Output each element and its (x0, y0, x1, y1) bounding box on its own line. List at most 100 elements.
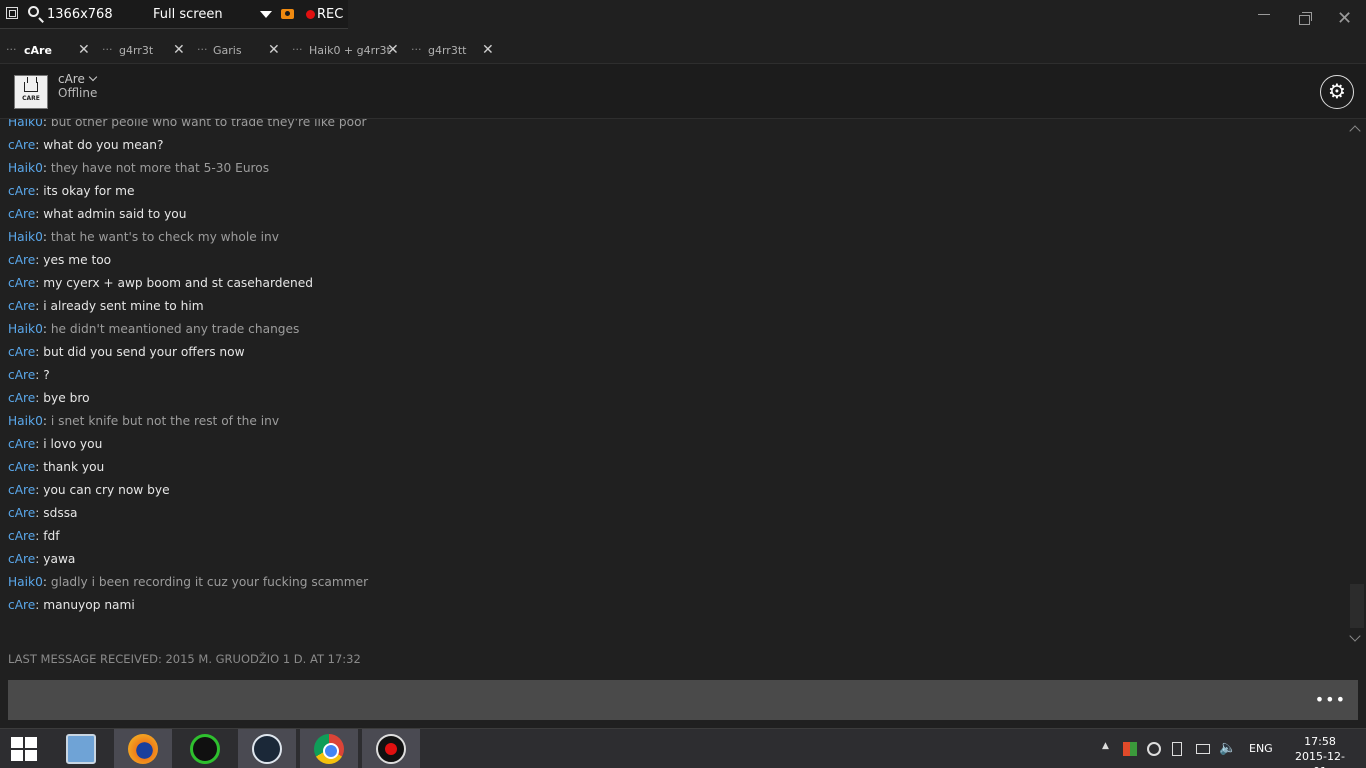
tab-g4rr3tt[interactable]: ··· g4rr3tt ✕ (411, 40, 497, 63)
message-separator: : (42, 161, 51, 175)
clock[interactable]: 17:58 2015-12-01 (1290, 734, 1350, 768)
settings-gear-button[interactable]: ⚙ (1320, 75, 1354, 109)
start-button[interactable] (0, 729, 58, 768)
battery-icon[interactable] (1172, 742, 1182, 756)
taskbar-green-app[interactable] (176, 729, 234, 768)
message-sender[interactable]: cAre (8, 138, 35, 152)
message-sender[interactable]: Haik0 (8, 575, 43, 589)
taskbar-chrome[interactable] (300, 729, 358, 768)
show-hidden-icons-icon[interactable]: ▲ (1102, 741, 1109, 768)
recorder-mode-select[interactable]: Full screen (153, 7, 223, 22)
message-text: thank you (43, 460, 105, 474)
message-sender[interactable]: Haik0 (8, 230, 43, 244)
avatar-text: CARE (22, 95, 40, 102)
message-text: that he want's to check my whole inv (50, 230, 279, 244)
chat-message: cAre: my cyerx + awp boom and st casehar… (8, 272, 368, 295)
close-tab-icon[interactable]: ✕ (78, 42, 90, 58)
recorder-resolution: 1366x768 (47, 7, 113, 22)
message-sender[interactable]: cAre (8, 460, 35, 474)
record-button[interactable]: REC (317, 7, 343, 22)
chat-message: cAre: bye bro (8, 387, 368, 410)
message-sender[interactable]: cAre (8, 345, 35, 359)
friend-name-dropdown[interactable]: cAre (58, 72, 98, 86)
message-separator: : (42, 414, 51, 428)
message-text: but other peolle who want to trade they'… (50, 119, 367, 129)
scroll-up-icon[interactable] (1349, 125, 1361, 137)
message-sender[interactable]: cAre (8, 483, 35, 497)
message-sender[interactable]: cAre (8, 391, 35, 405)
message-sender[interactable]: cAre (8, 368, 35, 382)
chat-message: Haik0: i snet knife but not the rest of … (8, 410, 368, 433)
taskbar: ▲ 🔈 ENG 17:58 2015-12-01 (0, 728, 1366, 768)
taskbar-steam[interactable] (238, 729, 296, 768)
tab-haik0-g4rr3t[interactable]: ··· Haik0 + g4rr3t ✕ (292, 40, 400, 63)
avatar[interactable]: CARE (14, 75, 48, 109)
chat-message: cAre: i already sent mine to him (8, 295, 368, 318)
drag-handle-icon[interactable]: ··· (102, 43, 113, 56)
message-sender[interactable]: cAre (8, 299, 35, 313)
message-text: ? (43, 368, 50, 382)
network-icon[interactable] (1196, 744, 1210, 754)
steam-tray-icon[interactable] (1147, 742, 1161, 756)
chat-message: cAre: its okay for me (8, 180, 368, 203)
chat-header: CARE cAre Offline ⚙ (0, 63, 1366, 119)
tab-g4rr3t[interactable]: ··· g4rr3t ✕ (102, 40, 188, 63)
message-sender[interactable]: cAre (8, 276, 35, 290)
steam-icon (252, 734, 282, 764)
taskbar-recorder[interactable] (362, 729, 420, 768)
message-text: i already sent mine to him (43, 299, 204, 313)
volume-icon[interactable]: 🔈 (1219, 740, 1236, 768)
message-sender[interactable]: cAre (8, 207, 35, 221)
more-options-button[interactable]: ••• (1315, 690, 1346, 709)
tab-care[interactable]: ··· cAre ✕ (6, 40, 92, 63)
chevron-down-icon[interactable] (260, 11, 272, 18)
chat-message: Haik0: but other peolle who want to trad… (8, 119, 368, 134)
close-tab-icon[interactable]: ✕ (387, 42, 399, 58)
message-text: i lovo you (43, 437, 103, 451)
drag-handle-icon[interactable]: ··· (197, 43, 208, 56)
message-text: yawa (43, 552, 76, 566)
message-sender[interactable]: cAre (8, 253, 35, 267)
drag-handle-icon[interactable]: ··· (6, 43, 17, 56)
drag-handle-icon[interactable]: ··· (411, 43, 422, 56)
scrollbar-thumb[interactable] (1350, 584, 1364, 628)
zoom-icon[interactable] (28, 6, 39, 17)
close-tab-icon[interactable]: ✕ (173, 42, 185, 58)
minimize-button[interactable] (1258, 14, 1270, 15)
camera-icon[interactable] (281, 9, 294, 19)
friend-status: Offline (58, 86, 98, 100)
message-sender[interactable]: Haik0 (8, 322, 43, 336)
drag-handle-icon[interactable]: ··· (292, 43, 303, 56)
message-sender[interactable]: cAre (8, 437, 35, 451)
taskbar-firefox[interactable] (114, 729, 172, 768)
tab-garis[interactable]: ··· Garis ✕ (197, 40, 283, 63)
message-sender[interactable]: cAre (8, 506, 35, 520)
clock-date: 2015-12-01 (1295, 750, 1345, 768)
restore-button[interactable] (1299, 12, 1312, 25)
message-sender[interactable]: cAre (8, 552, 35, 566)
message-sender[interactable]: cAre (8, 184, 35, 198)
close-tab-icon[interactable]: ✕ (482, 42, 494, 58)
tray-app-icon[interactable] (1123, 742, 1137, 756)
message-sender[interactable]: cAre (8, 598, 35, 612)
message-sender[interactable]: cAre (8, 529, 35, 543)
chat-message: cAre: what do you mean? (8, 134, 368, 157)
message-text: but did you send your offers now (43, 345, 245, 359)
close-tab-icon[interactable]: ✕ (268, 42, 280, 58)
taskbar-file-explorer[interactable] (52, 729, 110, 768)
chat-message: cAre: thank you (8, 456, 368, 479)
message-sender[interactable]: Haik0 (8, 161, 43, 175)
message-input[interactable]: ••• (8, 680, 1358, 720)
message-text: they have not more that 5-30 Euros (50, 161, 270, 175)
chat-log[interactable]: Haik0: but other peolle who want to trad… (0, 119, 1366, 647)
message-text: gladly i been recording it cuz your fuck… (50, 575, 369, 589)
scroll-down-icon[interactable] (1349, 630, 1361, 642)
message-sender[interactable]: Haik0 (8, 119, 43, 129)
close-window-button[interactable]: ✕ (1337, 8, 1352, 29)
message-text: manuyop nami (43, 598, 135, 612)
message-list: Haik0: but other peolle who want to trad… (8, 119, 368, 617)
message-sender[interactable]: Haik0 (8, 414, 43, 428)
pin-icon[interactable] (6, 7, 18, 19)
message-text: my cyerx + awp boom and st casehardened (43, 276, 313, 290)
language-indicator[interactable]: ENG (1249, 742, 1273, 755)
